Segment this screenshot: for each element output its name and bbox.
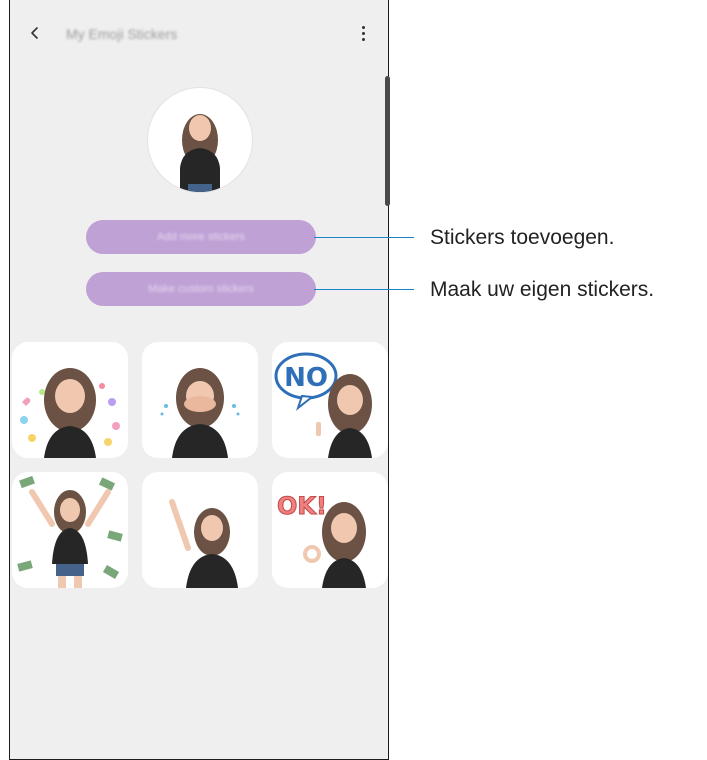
sticker-crying[interactable] bbox=[142, 342, 258, 458]
money-sticker-art bbox=[17, 475, 123, 588]
no-sticker-art: NO bbox=[274, 352, 372, 458]
make-custom-stickers-label: Make custom stickers bbox=[148, 283, 254, 295]
app-bar: My Emoji Stickers bbox=[10, 0, 388, 66]
phone-screen: My Emoji Stickers Add more stickers Make… bbox=[9, 0, 389, 760]
more-vertical-icon bbox=[361, 25, 365, 29]
sticker-money[interactable] bbox=[12, 472, 128, 588]
sticker-no[interactable]: NO bbox=[272, 342, 388, 458]
page-title: My Emoji Stickers bbox=[66, 26, 178, 42]
sticker-hearts[interactable] bbox=[12, 342, 128, 458]
back-button[interactable] bbox=[24, 22, 46, 44]
add-more-stickers-button[interactable]: Add more stickers bbox=[86, 220, 316, 254]
callout-add-stickers: Stickers toevoegen. bbox=[430, 226, 615, 249]
ok-sticker-art: OK! bbox=[277, 492, 366, 588]
sticker-wave[interactable] bbox=[142, 472, 258, 588]
avatar[interactable] bbox=[148, 88, 252, 192]
callout-line-add bbox=[314, 237, 414, 238]
avatar-figure bbox=[180, 114, 220, 192]
make-custom-stickers-button[interactable]: Make custom stickers bbox=[86, 272, 316, 306]
callout-custom-stickers: Maak uw eigen stickers. bbox=[430, 278, 655, 301]
more-options-button[interactable] bbox=[354, 22, 372, 44]
chevron-left-icon bbox=[31, 27, 38, 39]
scroll-indicator bbox=[385, 76, 390, 206]
sticker-ok[interactable]: OK! bbox=[272, 472, 388, 588]
crying-sticker-art bbox=[160, 368, 240, 458]
add-more-stickers-label: Add more stickers bbox=[156, 231, 246, 243]
wave-sticker-art bbox=[169, 499, 238, 588]
callout-line-custom bbox=[314, 289, 414, 290]
hearts-sticker-art bbox=[20, 368, 120, 458]
no-sticker-text: NO bbox=[284, 363, 328, 393]
ok-sticker-text: OK! bbox=[277, 492, 327, 520]
